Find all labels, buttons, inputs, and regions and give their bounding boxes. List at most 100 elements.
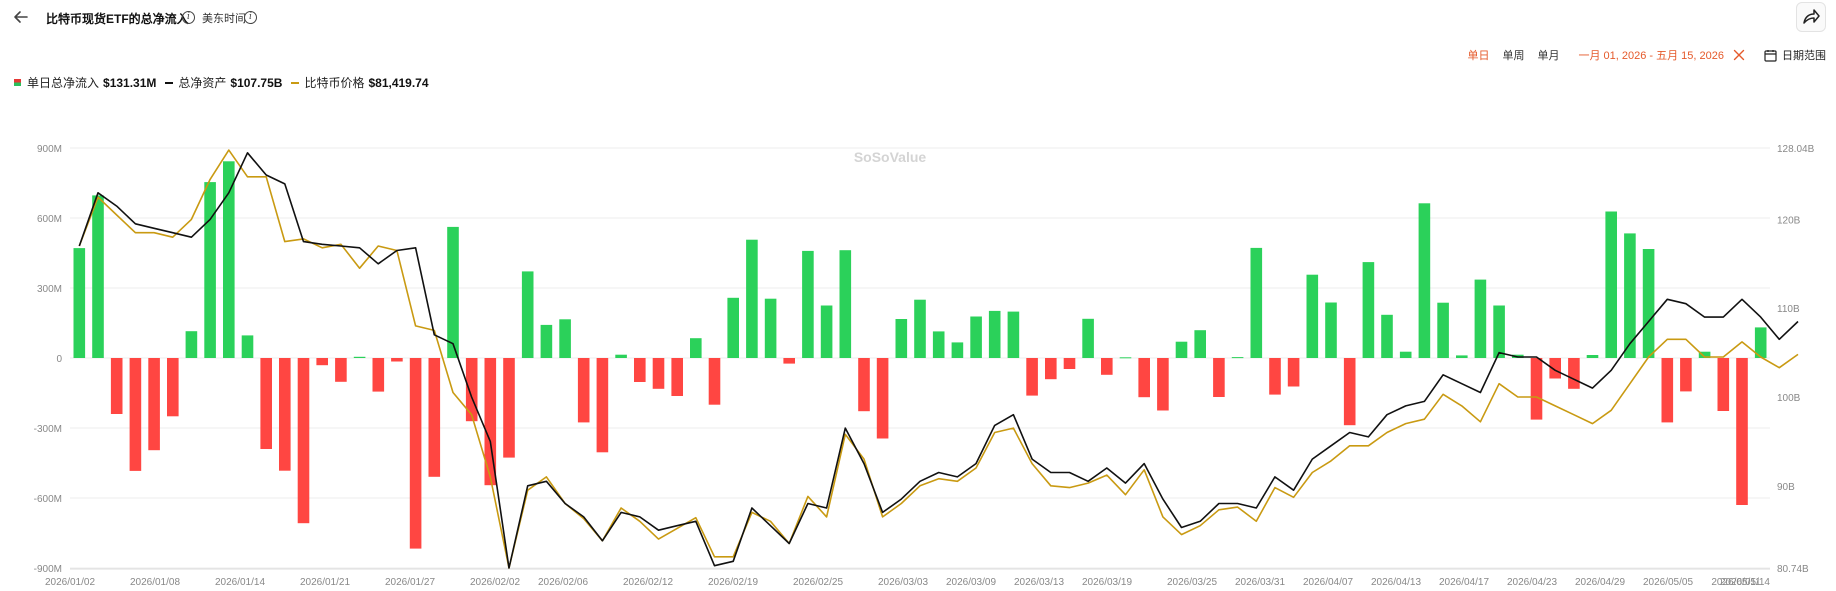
inflow-bar	[746, 239, 758, 358]
inflow-bar	[148, 358, 160, 451]
inflow-bar	[316, 358, 328, 366]
left-axis-tick-label: 0	[56, 354, 62, 365]
legend-item-price[interactable]: 比特币价格 $81,419.74	[291, 74, 429, 91]
inflow-bar	[1399, 351, 1412, 358]
inflow-bar	[951, 342, 964, 358]
inflow-bar	[727, 297, 739, 358]
back-arrow-icon[interactable]	[10, 6, 32, 28]
right-axis-tick-label: 110B	[1777, 304, 1800, 315]
legend-price-value: $81,419.74	[368, 75, 429, 90]
inflow-bar	[783, 358, 795, 364]
inflow-bar	[596, 358, 609, 453]
inflow-bar	[1250, 247, 1263, 358]
inflow-bar	[1605, 211, 1617, 358]
inflow-bar	[1642, 249, 1655, 358]
inflow-bar	[1680, 358, 1692, 392]
legend-assets-value: $107.75B	[230, 75, 283, 90]
x-axis-tick-label: 2026/05/14	[1720, 577, 1770, 588]
inflow-bar	[1736, 358, 1748, 505]
inflow-bar	[1493, 305, 1505, 358]
tab-monthly[interactable]: 单月	[1537, 47, 1559, 63]
inflow-bar	[914, 299, 926, 358]
inflow-bar	[1269, 358, 1281, 395]
x-axis-tick-label: 2026/02/12	[623, 577, 673, 588]
legend-item-inflow[interactable]: 单日总净流入 $131.31M	[14, 74, 156, 91]
tab-daily[interactable]: 单日	[1467, 47, 1489, 63]
x-axis-tick-label: 2026/01/14	[215, 577, 265, 588]
share-icon[interactable]	[1796, 2, 1826, 32]
inflow-bar	[1213, 358, 1225, 397]
inflow-bar	[1138, 358, 1150, 398]
inflow-bar	[297, 358, 310, 524]
legend-price-label: 比特币价格	[304, 76, 365, 90]
x-axis-tick-label: 2026/03/09	[946, 577, 996, 588]
inflow-bar	[820, 305, 833, 358]
inflow-bar	[895, 319, 908, 358]
legend-inflow-label: 单日总净流入	[27, 76, 100, 90]
inflow-bar	[503, 358, 515, 458]
x-axis-tick-label: 2026/01/21	[300, 577, 350, 588]
inflow-bar	[559, 319, 571, 358]
inflow-bar	[1343, 358, 1356, 426]
left-axis-tick-label: 300M	[37, 284, 62, 295]
inflow-bar	[1717, 358, 1730, 411]
inflow-bar	[1045, 358, 1057, 380]
inflow-bar	[1231, 357, 1244, 359]
inflow-bar	[521, 271, 534, 358]
x-axis-tick-label: 2026/02/06	[538, 577, 588, 588]
x-axis-tick-label: 2026/02/19	[708, 577, 758, 588]
inflow-bar	[92, 195, 104, 358]
inflow-bar	[1661, 358, 1674, 423]
inflow-bar	[634, 358, 646, 382]
inflow-bar	[260, 358, 272, 449]
inflow-bar	[802, 250, 814, 358]
right-axis-tick-label: 90B	[1777, 482, 1795, 493]
left-axis-tick-label: -600M	[34, 494, 62, 505]
assets-swatch	[165, 81, 174, 84]
right-axis-tick-label: 128.04B	[1777, 144, 1815, 155]
inflow-bar	[223, 161, 235, 358]
inflow-bar	[1063, 358, 1076, 369]
etf-flow-chart[interactable]: 900M 600M 300M 0 -300M -600M -900M 128.04B 120B 1…	[0, 112, 1836, 591]
x-axis-tick-label: 2026/01/27	[385, 577, 435, 588]
right-axis-tick-label: 100B	[1777, 393, 1801, 404]
inflow-bar	[1194, 330, 1206, 358]
right-axis-tick-label: 80.74B	[1777, 564, 1809, 575]
legend-inflow-value: $131.31M	[103, 75, 157, 90]
inflow-bar	[1157, 358, 1169, 411]
inflow-bar	[1325, 302, 1337, 358]
inflow-bar	[876, 358, 889, 439]
inflow-bar	[1586, 355, 1599, 358]
x-axis-tick-label: 2026/04/23	[1507, 577, 1557, 588]
tab-weekly[interactable]: 单周	[1502, 47, 1524, 63]
selected-date-range[interactable]: 一月 01, 2026 - 五月 15, 2026	[1578, 47, 1724, 63]
right-axis-tick-label: 120B	[1777, 215, 1801, 226]
inflow-bar	[353, 356, 366, 358]
inflow-bar	[540, 324, 553, 358]
inflow-bar	[465, 358, 478, 422]
inflow-bar	[279, 358, 291, 471]
inflow-bar	[204, 182, 216, 358]
left-axis-tick-label: 600M	[37, 214, 62, 225]
inflow-bar	[1456, 355, 1468, 358]
page-header: 比特币现货ETF的总净流入 i 美东时间 i	[0, 0, 1836, 36]
inflow-bar	[708, 358, 721, 405]
inflow-bar	[839, 250, 852, 358]
timezone-info-icon[interactable]: i	[244, 11, 257, 24]
legend-item-assets[interactable]: 总净资产 $107.75B	[165, 74, 282, 91]
inflow-bar	[167, 358, 179, 417]
left-axis-tick-label: -900M	[34, 564, 62, 575]
inflow-bar	[372, 358, 385, 392]
inflow-bar	[1026, 358, 1038, 396]
x-axis-tick-label: 2026/02/02	[470, 577, 520, 588]
inflow-bar	[615, 354, 627, 358]
close-icon[interactable]	[1732, 48, 1746, 62]
legend-assets-label: 总净资产	[178, 76, 227, 90]
x-axis-tick-label: 2026/01/02	[45, 577, 95, 588]
inflow-bar	[932, 331, 945, 358]
inflow-bar	[671, 358, 683, 396]
x-axis-tick-label: 2026/04/29	[1575, 577, 1625, 588]
calendar-icon[interactable]	[1764, 49, 1777, 62]
date-range-button[interactable]: 日期范围	[1782, 47, 1826, 63]
title-info-icon[interactable]: i	[182, 11, 195, 24]
